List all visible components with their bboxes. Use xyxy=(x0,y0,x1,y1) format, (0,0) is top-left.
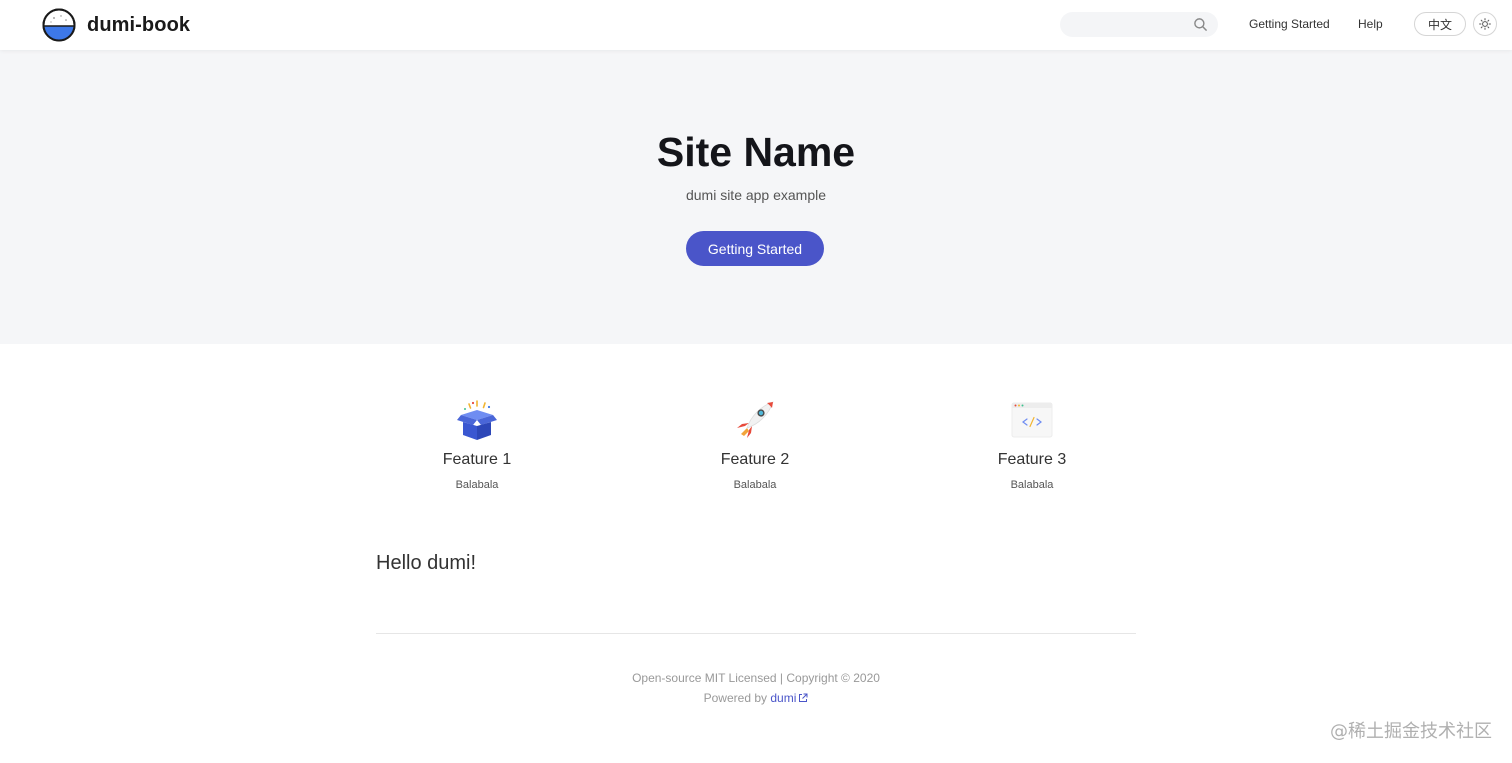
dumi-link[interactable]: dumi xyxy=(770,691,808,705)
site-header: dumi-book Getting Started Help 中文 xyxy=(0,0,1512,50)
code-window-icon xyxy=(1011,402,1053,438)
external-link-icon xyxy=(799,693,808,702)
site-logo-text: dumi-book xyxy=(87,13,191,36)
footer-powered-by: Powered by dumi xyxy=(0,688,1512,708)
feature-title: Feature 3 xyxy=(997,451,1067,468)
getting-started-button[interactable]: Getting Started xyxy=(686,231,824,266)
feature-card: Feature 3 Balabala xyxy=(922,398,1142,491)
dumi-link-label: dumi xyxy=(770,691,797,705)
getting-started-button-label: Getting Started xyxy=(707,240,803,257)
hero-title: Site Name xyxy=(656,129,856,175)
nav-help[interactable]: Help xyxy=(1358,17,1383,31)
logo-link[interactable]: dumi-book xyxy=(42,8,190,42)
feature-description: Balabala xyxy=(733,479,777,491)
theme-toggle-button[interactable] xyxy=(1473,12,1497,36)
hero-section: Site Name dumi site app example Getting … xyxy=(0,50,1512,344)
feature-title: Feature 1 xyxy=(442,451,512,468)
site-footer: Open-source MIT Licensed | Copyright © 2… xyxy=(0,668,1512,708)
nav-getting-started[interactable]: Getting Started xyxy=(1249,17,1330,31)
search-icon[interactable] xyxy=(1193,17,1208,32)
language-label: 中文 xyxy=(1427,17,1452,32)
feature-description: Balabala xyxy=(455,479,499,491)
gift-box-icon xyxy=(457,400,497,440)
powered-by-text: Powered by xyxy=(703,691,767,705)
logo-icon xyxy=(42,8,76,42)
footer-divider xyxy=(376,633,1136,634)
search-box xyxy=(1060,12,1218,37)
rocket-icon xyxy=(737,401,774,438)
sun-icon xyxy=(1479,18,1491,30)
language-switch-button[interactable]: 中文 xyxy=(1414,12,1466,36)
feature-card: Feature 2 Balabala xyxy=(645,398,865,491)
watermark: @稀土掘金技术社区 xyxy=(1330,721,1492,742)
feature-description: Balabala xyxy=(1010,479,1054,491)
content-heading: Hello dumi! xyxy=(376,552,477,574)
feature-title: Feature 2 xyxy=(720,451,790,468)
feature-card: Feature 1 Balabala xyxy=(367,398,587,491)
hero-description: dumi site app example xyxy=(685,187,827,203)
footer-license: Open-source MIT Licensed | Copyright © 2… xyxy=(632,671,880,685)
